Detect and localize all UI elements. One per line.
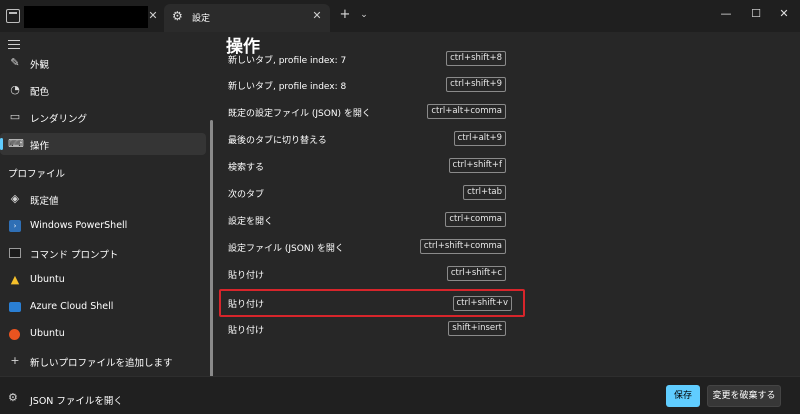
cmd-icon [9,248,21,258]
title-bar: ✕ ⚙ 設定 ✕ + ⌄ — ☐ ✕ [0,0,800,32]
sidebar-item-azure-cloud-shell[interactable]: Azure Cloud Shell [0,296,206,318]
key-binding[interactable]: ctrl+shift+comma [419,239,506,254]
sidebar-item-add-profile[interactable]: + 新しいプロファイルを追加します [0,350,206,372]
sidebar-item-label: Azure Cloud Shell [30,301,114,312]
tux-icon: ▲ [10,273,20,286]
sidebar-item-actions[interactable]: ⌨ 操作 [0,133,206,155]
sidebar-item-ubuntu[interactable]: Ubuntu [0,323,206,345]
sidebar-item-command-prompt[interactable]: コマンド プロンプト [0,242,206,264]
key-binding[interactable]: ctrl+alt+9 [453,131,506,146]
key-binding[interactable]: shift+insert [448,321,506,336]
key-binding[interactable]: ctrl+shift+c [446,266,506,281]
discard-changes-button[interactable]: 変更を破棄する [707,385,781,407]
action-label: 設定を開く [228,217,274,227]
footer-bar: ⚙ JSON ファイルを開く 保存 変更を破棄する [0,376,800,414]
tab-title: 設定 [192,14,211,24]
key-binding[interactable]: ctrl+tab [463,185,506,200]
sidebar-item-label: 新しいプロファイルを追加します [30,358,173,369]
gear-icon: ⚙ [172,9,183,23]
sidebar-item-rendering[interactable]: ▭ レンダリング [0,106,206,128]
sidebar-item-windows-powershell[interactable]: › Windows PowerShell [0,215,206,237]
action-label: 貼り付け [228,271,265,281]
sidebar-scrollbar[interactable] [210,120,213,396]
tab-redacted[interactable]: ✕ [22,4,162,32]
keyboard-icon: ⌨ [8,137,24,150]
action-row[interactable]: 新しいタブ, profile index: 7 ctrl+shift+8 [226,48,516,70]
sidebar: ✎ 外観 ◔ 配色 ▭ レンダリング ⌨ 操作 プロファイル ◈ 既定値 › W… [0,32,214,396]
key-binding[interactable]: ctrl+shift+9 [446,77,506,92]
monitor-icon: ▭ [9,110,21,123]
main-content: 新しいタブ, profile index: 7 ctrl+shift+8 操作 … [214,32,800,376]
action-row[interactable]: 貼り付け shift+insert [226,318,516,340]
action-row[interactable]: 最後のタブに切り替える ctrl+alt+9 [226,128,516,150]
action-row[interactable]: 設定ファイル (JSON) を開く ctrl+shift+comma [226,236,516,258]
action-row[interactable]: 新しいタブ, profile index: 8 ctrl+shift+9 [226,74,516,96]
tab-close-icon[interactable]: ✕ [310,9,324,23]
action-label: 新しいタブ, profile index: 8 [228,82,347,92]
action-label: 検索する [228,163,265,173]
key-binding[interactable]: ctrl+alt+comma [427,104,506,119]
key-binding[interactable]: ctrl+shift+8 [446,51,506,66]
action-row[interactable]: 貼り付け ctrl+shift+c [226,263,516,285]
hamburger-menu-icon[interactable] [8,40,20,50]
action-label: 設定ファイル (JSON) を開く [228,244,344,254]
action-label: 最後のタブに切り替える [228,136,327,146]
key-binding[interactable]: ctrl+comma [445,212,506,227]
new-tab-plus-icon[interactable]: + [338,8,352,22]
pencil-icon: ✎ [10,56,20,69]
redacted-tab-title [24,6,148,28]
sidebar-item-appearance[interactable]: ✎ 外観 [0,52,206,74]
palette-icon: ◔ [10,83,20,96]
sidebar-item-label: 配色 [30,87,50,98]
layers-icon: ◈ [10,192,20,205]
open-json-label: JSON ファイルを開く [30,396,123,407]
minimize-button[interactable]: — [716,6,736,22]
action-row[interactable]: 設定を開く ctrl+comma [226,209,516,231]
sidebar-item-label: 既定値 [30,196,59,207]
action-label: 既定の設定ファイル (JSON) を開く [228,109,371,119]
sidebar-item-label: 外観 [30,60,50,71]
profiles-section-header: プロファイル [8,169,66,180]
sidebar-item-label: コマンド プロンプト [30,250,119,261]
action-row[interactable]: 検索する ctrl+shift+f [226,155,516,177]
action-label: 貼り付け [228,300,265,310]
tab-close-icon[interactable]: ✕ [146,9,160,23]
sidebar-item-label: レンダリング [30,114,88,125]
close-button[interactable]: ✕ [774,6,794,22]
key-binding[interactable]: ctrl+shift+f [448,158,506,173]
powershell-icon: › [9,220,21,232]
page-title: 操作 [226,37,260,57]
sidebar-item-label: Ubuntu [30,328,65,339]
sidebar-item-label: 操作 [30,141,50,152]
sidebar-item-defaults[interactable]: ◈ 既定値 [0,188,206,210]
sidebar-item-ubuntu-wsl[interactable]: ▲ Ubuntu [0,269,206,291]
action-row[interactable]: 既定の設定ファイル (JSON) を開く ctrl+alt+comma [226,101,516,123]
tab-settings[interactable]: ⚙ 設定 ✕ [164,4,330,32]
plus-icon: + [10,354,20,367]
maximize-button[interactable]: ☐ [746,6,766,22]
key-binding[interactable]: ctrl+shift+v [452,296,512,311]
ubuntu-icon [9,329,20,340]
open-json-file-link[interactable]: ⚙ JSON ファイルを開く [8,391,208,407]
terminal-app-icon[interactable] [6,9,20,23]
azure-icon [9,302,21,312]
save-button[interactable]: 保存 [666,385,700,407]
action-label: 貼り付け [228,326,265,336]
action-row[interactable]: 次のタブ ctrl+tab [226,182,516,204]
sidebar-item-color-schemes[interactable]: ◔ 配色 [0,79,206,101]
action-row-highlighted[interactable]: 貼り付け ctrl+shift+v [219,289,525,317]
action-label: 次のタブ [228,190,265,200]
gear-icon: ⚙ [8,391,18,404]
chevron-down-icon[interactable]: ⌄ [358,8,370,22]
sidebar-item-label: Windows PowerShell [30,220,128,231]
sidebar-item-label: Ubuntu [30,274,65,285]
